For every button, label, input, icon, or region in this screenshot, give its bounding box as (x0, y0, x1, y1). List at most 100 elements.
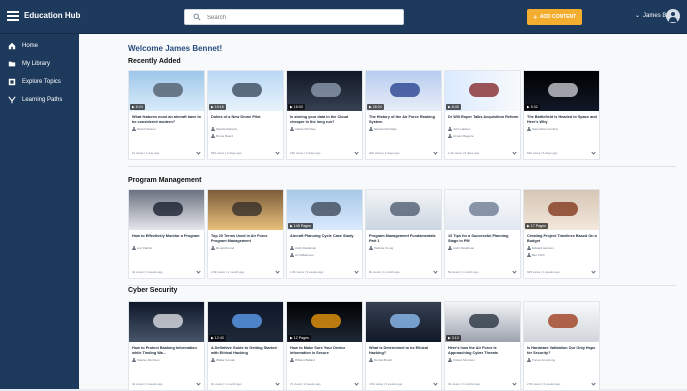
author[interactable]: Trevor Armstrong (527, 358, 555, 362)
search-bar[interactable] (184, 9, 404, 25)
content-card[interactable]: Top 20 Terms Used in Air Force Program M… (207, 189, 284, 279)
author[interactable]: Samantha Crockett (527, 127, 558, 131)
chevron-down-icon[interactable] (196, 151, 201, 156)
thumbnail-image[interactable]: ▶ 12:43 (208, 302, 283, 342)
card-title[interactable]: How to Effectively Monitor a Program (132, 234, 203, 243)
chevron-down-icon[interactable] (512, 382, 517, 387)
add-content-button[interactable]: ＋ ADD CONTENT (527, 9, 582, 25)
content-card[interactable]: What is Determined to be Ethical Hacking… (365, 301, 442, 391)
card-title[interactable]: What is Determined to be Ethical Hacking… (369, 346, 440, 355)
card-title[interactable]: Creating Project Timelines Based On a Bu… (527, 234, 598, 243)
author[interactable]: Arman Maguire (448, 134, 474, 138)
sidebar-item-paths[interactable]: Learning Paths (0, 91, 79, 109)
author[interactable]: Lori Patrick (132, 246, 152, 250)
menu-icon[interactable] (7, 11, 19, 21)
card-title[interactable]: Here's how the Air Force is Approaching … (448, 346, 519, 355)
chevron-down-icon[interactable] (196, 270, 201, 275)
card-title[interactable]: Duties of a New Drone Pilot (211, 115, 282, 124)
chevron-down-icon[interactable] (354, 382, 359, 387)
card-title[interactable]: Dr Will Roper Talks Acquisition Reform (448, 115, 519, 124)
content-card[interactable]: ▶ 12 Pages How to Make Sure Your Device In… (286, 301, 363, 391)
content-card[interactable]: How to Protect Banking Information while… (128, 301, 205, 391)
author[interactable]: Ronald Ferrel (211, 246, 234, 250)
author[interactable]: Walter Condor (211, 358, 235, 362)
chevron-down-icon[interactable] (433, 151, 438, 156)
card-title[interactable]: Is Hardware Validation Our Only Hope for… (527, 346, 598, 355)
content-card[interactable]: ▶ 145 Pages Aircraft Planning Cycle Case S… (286, 189, 363, 279)
content-card[interactable]: 10 Tips for a Successful Planning Stage … (444, 189, 521, 279)
author[interactable]: Drone Board (211, 134, 233, 138)
chevron-down-icon[interactable] (196, 382, 201, 387)
author[interactable]: Sandra Partridge (369, 127, 397, 131)
content-card[interactable]: ▶ 10:16 Duties of a New Drone Pilot Sandra … (207, 70, 284, 160)
chevron-down-icon[interactable] (354, 270, 359, 275)
card-title[interactable]: Top 20 Terms Used in Air Force Program M… (211, 234, 282, 243)
author[interactable]: Edward Harmon (527, 246, 554, 250)
card-title[interactable]: Is storing your data in the Cloud cheape… (290, 115, 361, 124)
thumbnail-image[interactable]: ▶ 5:32 (524, 71, 599, 111)
sidebar-item-home[interactable]: Home (0, 37, 79, 55)
content-card[interactable]: How to Effectively Monitor a Program Lori… (128, 189, 205, 279)
content-card[interactable]: Program Management Fundamentals Part 1 Pa… (365, 189, 442, 279)
thumbnail-image[interactable] (129, 302, 204, 342)
author[interactable]: Andy Davidman (448, 246, 474, 250)
content-card[interactable]: ▶ 3:13 Here's how the Air Force is Approac… (444, 301, 521, 391)
author[interactable]: Ben Fitch (527, 253, 545, 257)
chevron-down-icon[interactable] (512, 151, 517, 156)
chevron-down-icon[interactable] (591, 382, 596, 387)
author[interactable]: Adrian McGhee (290, 127, 316, 131)
chevron-down-icon[interactable] (591, 151, 596, 156)
author[interactable]: David Newton (132, 127, 156, 131)
content-card[interactable]: ▶ 8:45 Dr Will Roper Talks Acquisition Ref… (444, 70, 521, 160)
sidebar-item-library[interactable]: My Library (0, 55, 79, 73)
chevron-down-icon[interactable] (275, 151, 280, 156)
thumbnail-image[interactable]: ▶ 145 Pages (287, 190, 362, 230)
thumbnail-image[interactable] (129, 190, 204, 230)
thumbnail-image[interactable]: ▶ 3:13 (445, 302, 520, 342)
author[interactable]: Kristen Morrison (448, 358, 475, 362)
content-card[interactable]: ▶ 5:32 The Battlefield is Headed to Space … (523, 70, 600, 160)
thumbnail-image[interactable]: ▶ 6:24 (129, 71, 204, 111)
content-card[interactable]: ▶ 6:24 What features must an aircraft have… (128, 70, 205, 160)
thumbnail-image[interactable]: ▶ 26:24 (366, 71, 441, 111)
chevron-down-icon[interactable] (354, 151, 359, 156)
thumbnail-image[interactable]: ▶ 16:03 (287, 71, 362, 111)
content-card[interactable]: ▶ 17 Pages Creating Project Timelines Base… (523, 189, 600, 279)
content-card[interactable]: ▶ 26:24 The History of the Air Force Ranki… (365, 70, 442, 160)
author[interactable]: William Ballard (290, 358, 315, 362)
content-card[interactable]: ▶ 16:03 Is storing your data in the Cloud … (286, 70, 363, 160)
chevron-down-icon[interactable] (275, 270, 280, 275)
card-title[interactable]: What features must an aircraft have to b… (132, 115, 203, 124)
thumbnail-image[interactable]: ▶ 10:16 (208, 71, 283, 111)
author[interactable]: Stanley Morrison (132, 358, 160, 362)
author[interactable]: Patricia Young (369, 246, 393, 250)
card-title[interactable]: A Definitive Guide to Getting Started wi… (211, 346, 282, 355)
sidebar-item-topics[interactable]: Explore Topics (0, 73, 79, 91)
card-title[interactable]: How to Protect Banking Information while… (132, 346, 203, 355)
search-input[interactable] (207, 12, 397, 23)
thumbnail-image[interactable]: ▶ 17 Pages (524, 190, 599, 230)
card-title[interactable]: Program Management Fundamentals Part 1 (369, 234, 440, 243)
thumbnail-image[interactable] (524, 302, 599, 342)
thumbnail-image[interactable] (445, 190, 520, 230)
thumbnail-image[interactable] (208, 190, 283, 230)
author[interactable]: Andy Davidman (290, 246, 316, 250)
content-card[interactable]: Is Hardware Validation Our Only Hope for… (523, 301, 600, 391)
thumbnail-image[interactable] (366, 302, 441, 342)
chevron-down-icon[interactable] (433, 382, 438, 387)
author[interactable]: Denzel Booth (369, 358, 392, 362)
chevron-down-icon[interactable] (433, 270, 438, 275)
card-title[interactable]: The Battlefield is Headed to Space and H… (527, 115, 598, 124)
card-title[interactable]: How to Make Sure Your Device Information… (290, 346, 361, 355)
author[interactable]: Ari Williamson (290, 253, 314, 257)
card-title[interactable]: The History of the Air Force Ranking Sys… (369, 115, 440, 124)
thumbnail-image[interactable] (366, 190, 441, 230)
chevron-down-icon[interactable] (591, 270, 596, 275)
card-title[interactable]: Aircraft Planning Cycle Case Study (290, 234, 361, 243)
author[interactable]: Sandra Roberts (211, 127, 237, 131)
chevron-down-icon[interactable] (275, 382, 280, 387)
chevron-down-icon[interactable] (512, 270, 517, 275)
card-title[interactable]: 10 Tips for a Successful Planning Stage … (448, 234, 519, 243)
thumbnail-image[interactable]: ▶ 12 Pages (287, 302, 362, 342)
thumbnail-image[interactable]: ▶ 8:45 (445, 71, 520, 111)
